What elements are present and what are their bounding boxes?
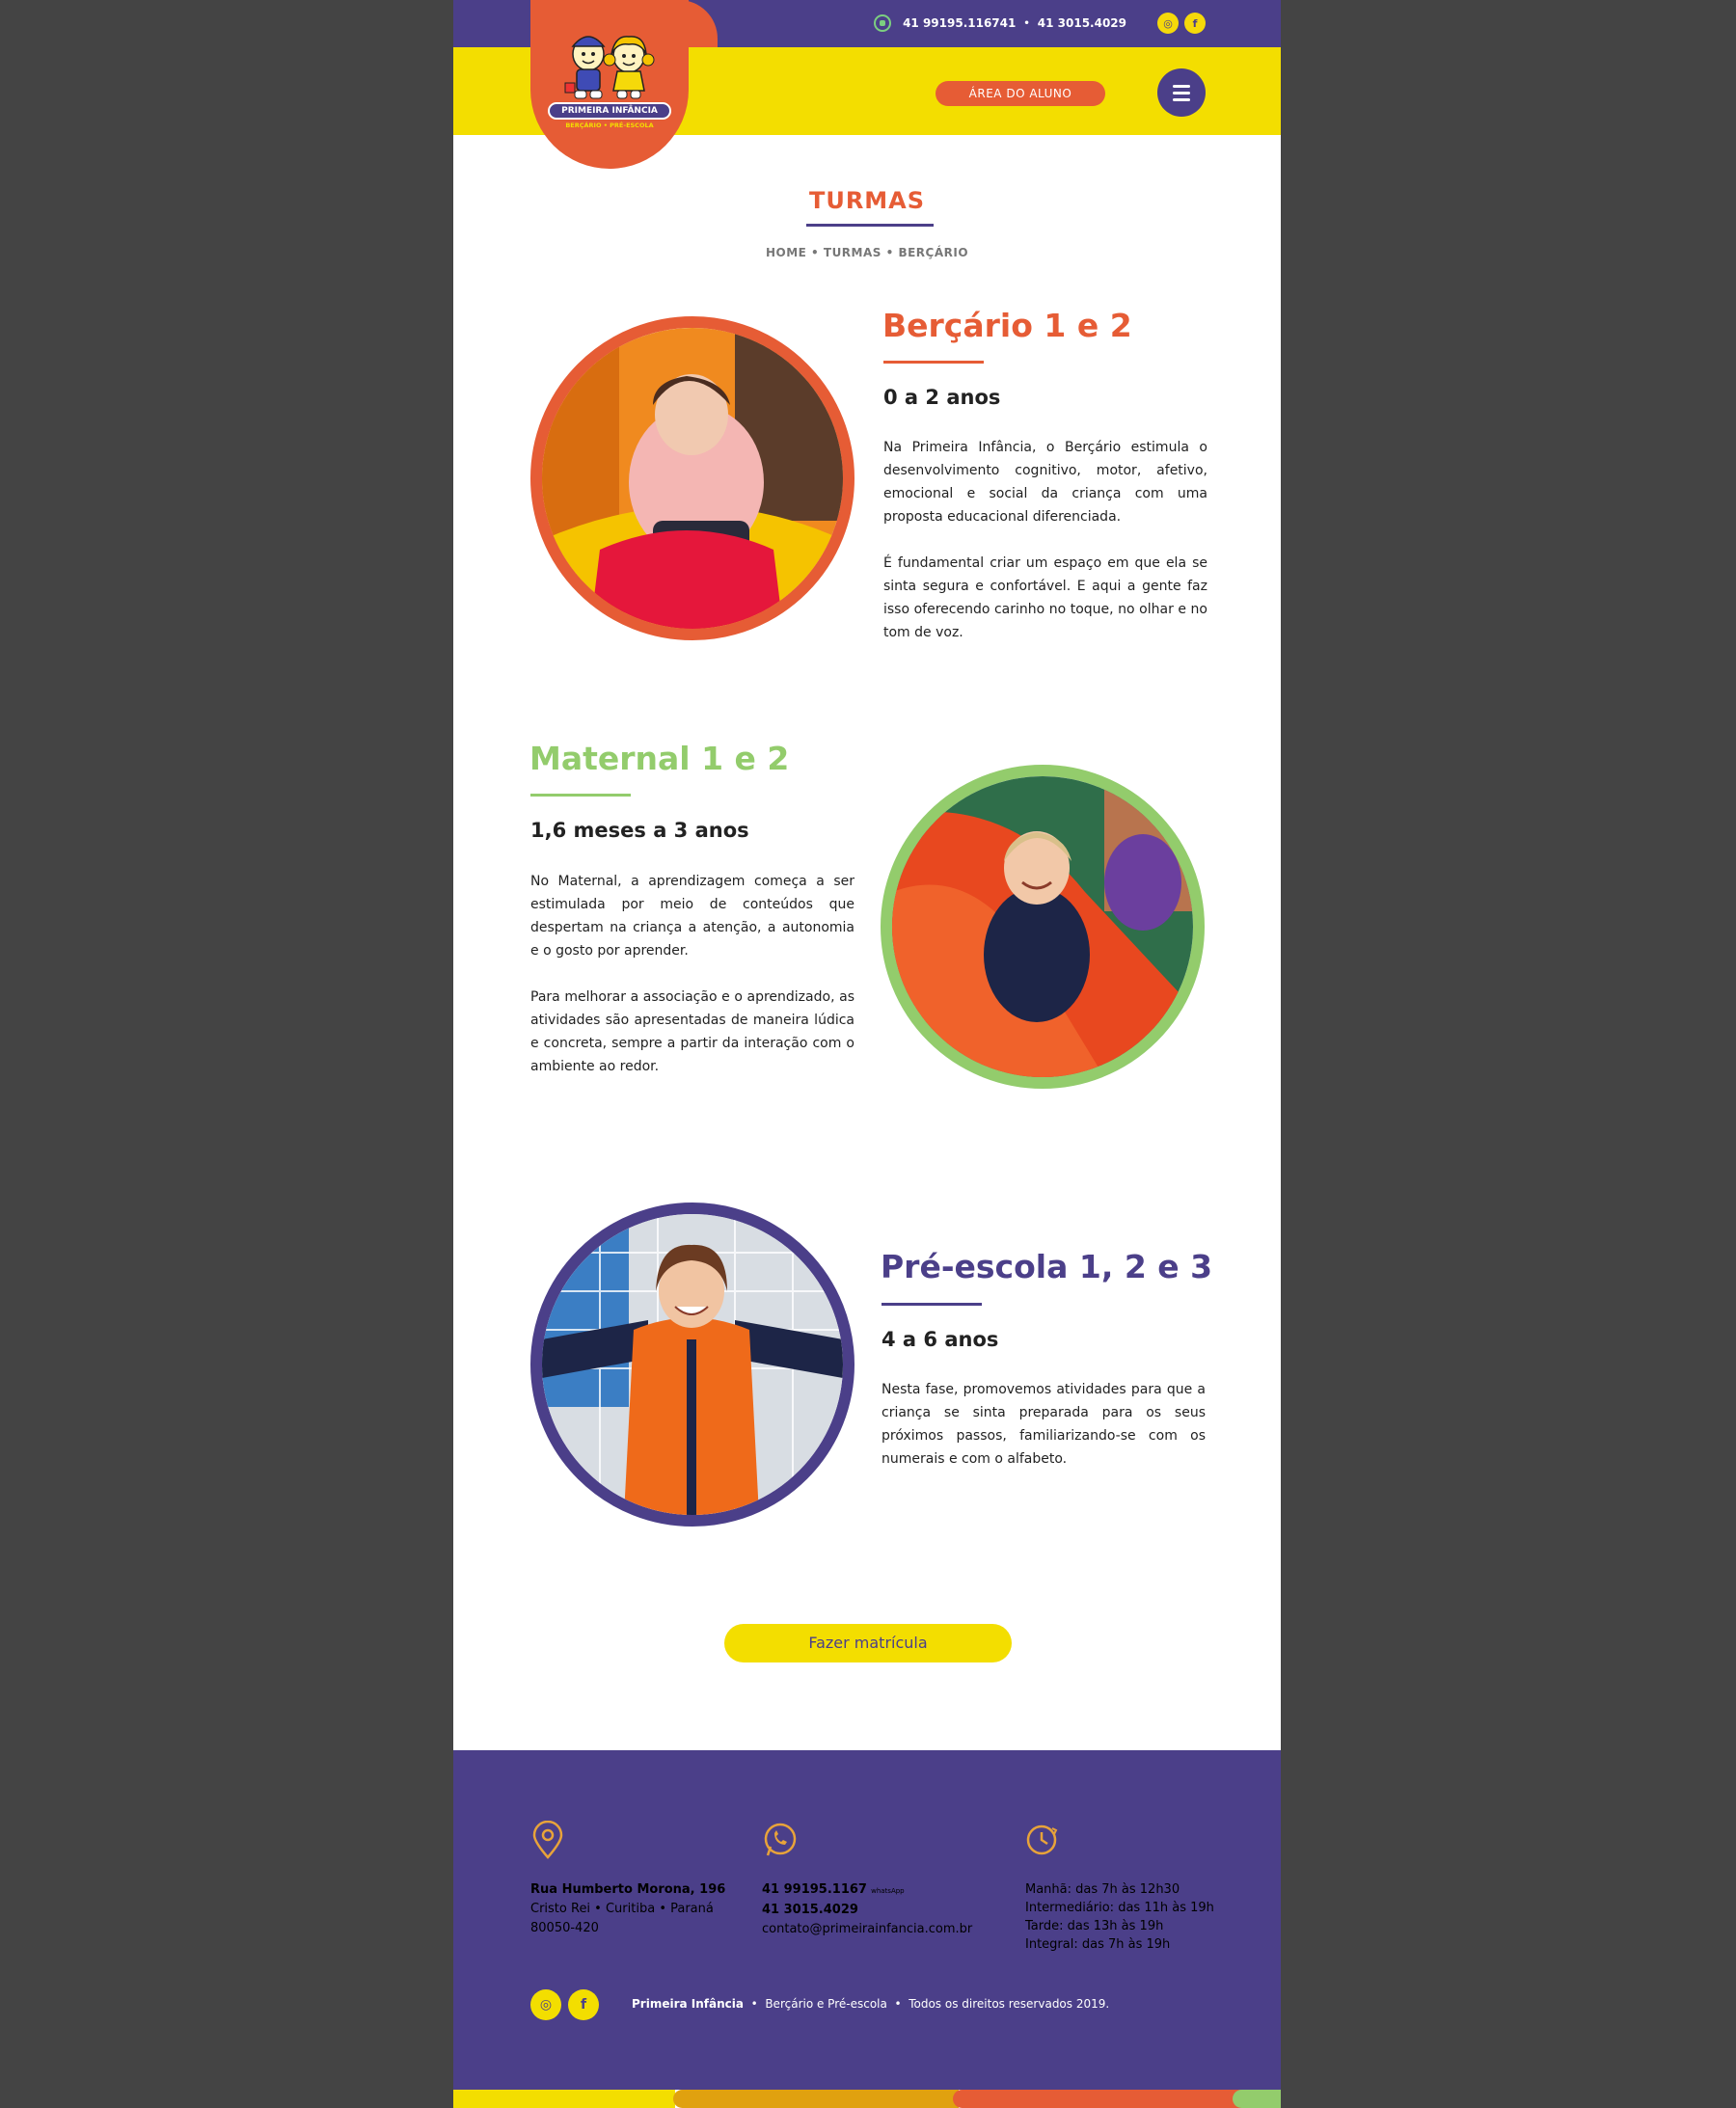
bercario-title-underline bbox=[883, 361, 984, 364]
footer-email[interactable]: contato@primeirainfancia.com.br bbox=[762, 1920, 972, 1939]
maternal-description: No Maternal, a aprendizagem começa a ser… bbox=[530, 870, 854, 1078]
breadcrumb[interactable]: HOME • TURMAS • BERÇÁRIO bbox=[453, 246, 1281, 259]
facebook-icon[interactable]: f bbox=[568, 1989, 599, 2020]
hours-item: Tarde: das 13h às 19h bbox=[1025, 1919, 1164, 1933]
pre-escola-title-underline bbox=[882, 1303, 982, 1306]
title-underline bbox=[806, 224, 934, 227]
pre-escola-description: Nesta fase, promovemos atividades para q… bbox=[882, 1378, 1206, 1471]
footer-copyright: Primeira Infância • Berçário e Pré-escol… bbox=[632, 1997, 1109, 2011]
header-contact: 41 99195.116741 • 41 3015.4029 bbox=[874, 14, 1126, 32]
pre-escola-photo bbox=[530, 1203, 854, 1527]
footer-brand: Primeira Infância bbox=[632, 1997, 744, 2011]
hours-item: Manhã: das 7h às 12h30 bbox=[1025, 1882, 1180, 1897]
footer-address: Rua Humberto Morona, 196 Cristo Rei • Cu… bbox=[530, 1880, 725, 1938]
footer-separator: • bbox=[894, 1997, 902, 2011]
footer-phone[interactable]: 41 3015.4029 bbox=[762, 1903, 858, 1917]
whatsapp-icon bbox=[764, 1823, 797, 1856]
pre-escola-photo-image bbox=[542, 1214, 843, 1515]
pre-escola-paragraph: Nesta fase, promovemos atividades para q… bbox=[882, 1382, 1206, 1467]
address-street: Rua Humberto Morona, 196 bbox=[530, 1882, 726, 1897]
header-separator: • bbox=[1023, 17, 1030, 29]
hours-item: Integral: das 7h às 19h bbox=[1025, 1937, 1171, 1952]
maternal-paragraph: No Maternal, a aprendizagem começa a ser… bbox=[530, 874, 854, 959]
fazer-matricula-button[interactable]: Fazer matrícula bbox=[724, 1624, 1012, 1662]
bercario-paragraph: Na Primeira Infância, o Berçário estimul… bbox=[883, 440, 1207, 525]
logo-kids-illustration bbox=[564, 36, 655, 99]
whatsapp-icon bbox=[874, 14, 892, 32]
footer-stripe-yellow bbox=[453, 2090, 675, 2108]
menu-icon-line bbox=[1173, 91, 1190, 95]
footer-stripe-amber bbox=[673, 2090, 959, 2108]
location-pin-icon bbox=[532, 1821, 563, 1859]
logo-name: PRIMEIRA INFÂNCIA bbox=[548, 102, 671, 120]
instagram-icon[interactable]: ◎ bbox=[1157, 13, 1179, 34]
footer-stripe-orange bbox=[953, 2090, 1242, 2108]
bercario-title: Berçário 1 e 2 bbox=[882, 307, 1132, 344]
footer-stripe-green bbox=[1233, 2090, 1281, 2108]
address-zip: 80050-420 bbox=[530, 1921, 599, 1935]
pre-escola-title: Pré-escola 1, 2 e 3 bbox=[881, 1248, 1213, 1285]
logo-subtitle: BERÇÁRIO • PRÉ-ESCOLA bbox=[565, 122, 654, 129]
maternal-title-underline bbox=[530, 794, 631, 797]
clock-icon bbox=[1026, 1824, 1058, 1855]
hours-item: Intermediário: das 11h às 19h bbox=[1025, 1901, 1214, 1915]
pre-escola-age: 4 a 6 anos bbox=[882, 1328, 999, 1351]
facebook-icon[interactable]: f bbox=[1184, 13, 1206, 34]
area-do-aluno-button[interactable]: ÁREA DO ALUNO bbox=[936, 81, 1105, 106]
bercario-age: 0 a 2 anos bbox=[883, 386, 1001, 409]
menu-icon-line bbox=[1173, 97, 1190, 101]
instagram-icon[interactable]: ◎ bbox=[530, 1989, 561, 2020]
footer-separator: • bbox=[750, 1997, 758, 2011]
bercario-photo bbox=[530, 316, 854, 640]
bercario-photo-image bbox=[542, 328, 843, 629]
footer-hours: Manhã: das 7h às 12h30 Intermediário: da… bbox=[1025, 1880, 1214, 1954]
menu-button[interactable] bbox=[1157, 68, 1206, 117]
footer-brand-sub: Berçário e Pré-escola bbox=[765, 1997, 887, 2011]
menu-icon-line bbox=[1173, 84, 1190, 88]
bercario-description: Na Primeira Infância, o Berçário estimul… bbox=[883, 436, 1207, 644]
maternal-title: Maternal 1 e 2 bbox=[529, 740, 790, 777]
whatsapp-tag: whatsApp bbox=[871, 1887, 905, 1895]
logo[interactable]: PRIMEIRA INFÂNCIA BERÇÁRIO • PRÉ-ESCOLA bbox=[530, 0, 689, 169]
header-whatsapp-phone[interactable]: 41 99195.116741 bbox=[903, 16, 1016, 30]
footer-rights: Todos os direitos reservados 2019. bbox=[909, 1997, 1110, 2011]
footer-whatsapp-phone[interactable]: 41 99195.1167 bbox=[762, 1882, 867, 1897]
header-socials: ◎ f bbox=[1157, 13, 1206, 34]
bercario-paragraph: É fundamental criar um espaço em que ela… bbox=[883, 555, 1207, 640]
footer-contact: 41 99195.1167 whatsApp 41 3015.4029 cont… bbox=[762, 1880, 972, 1939]
maternal-photo-image bbox=[892, 776, 1193, 1077]
page: 41 99195.116741 • 41 3015.4029 ◎ f ÁREA … bbox=[453, 0, 1281, 2108]
maternal-paragraph: Para melhorar a associação e o aprendiza… bbox=[530, 989, 854, 1074]
maternal-photo bbox=[881, 765, 1205, 1089]
address-city: Cristo Rei • Curitiba • Paraná bbox=[530, 1902, 714, 1916]
header-phone[interactable]: 41 3015.4029 bbox=[1038, 16, 1126, 30]
maternal-age: 1,6 meses a 3 anos bbox=[530, 819, 749, 842]
page-title: TURMAS bbox=[808, 187, 926, 214]
